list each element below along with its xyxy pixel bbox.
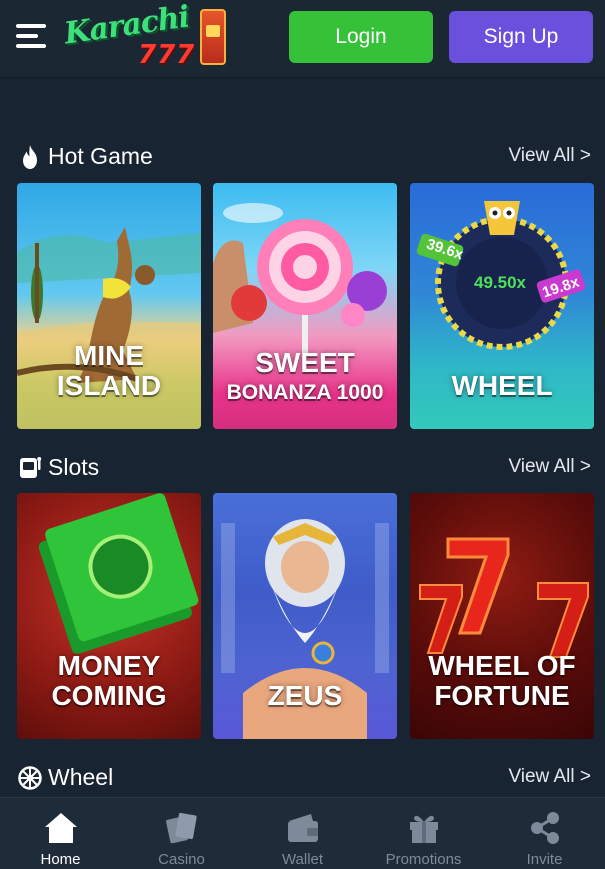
- nav-label: Casino: [158, 851, 205, 868]
- game-title-line2: COMING: [51, 680, 167, 711]
- game-title-line1: ZEUS: [267, 680, 343, 711]
- game-card-zeus[interactable]: ZEUS: [213, 493, 397, 739]
- wheel-icon: [18, 766, 42, 790]
- nav-label: Invite: [526, 851, 563, 868]
- nav-item-casino[interactable]: Casino: [121, 798, 242, 869]
- section-header-slots: Slots View All >: [0, 451, 605, 485]
- game-title-line1: MINE: [74, 340, 144, 371]
- game-card-mine-island[interactable]: MINE ISLAND: [17, 183, 201, 429]
- home-icon: [45, 813, 77, 843]
- game-title: MONEY COMING: [17, 651, 201, 711]
- signup-button[interactable]: Sign Up: [449, 11, 593, 63]
- cards-icon: [166, 812, 197, 844]
- game-title-line1: WHEEL: [451, 370, 553, 401]
- game-title: WHEEL OF FORTUNE: [410, 651, 594, 711]
- login-button[interactable]: Login: [289, 11, 433, 63]
- game-card-money-coming[interactable]: MONEY COMING: [17, 493, 201, 739]
- menu-icon[interactable]: [16, 22, 48, 50]
- game-title-line2: ISLAND: [56, 370, 162, 401]
- section-title: Wheel: [48, 764, 114, 790]
- nav-label: Promotions: [385, 851, 462, 868]
- view-all-link[interactable]: View All >: [508, 145, 591, 167]
- game-title-line1: MONEY: [57, 650, 161, 681]
- game-title: MINE ISLAND: [17, 341, 201, 401]
- game-title-line2: BONANZA 1000: [226, 381, 384, 404]
- section-title: Slots: [48, 454, 100, 480]
- section-header-hot-game: Hot Game View All >: [0, 140, 605, 174]
- slot-machine-icon: [20, 457, 42, 478]
- game-card-sweet-bonanza[interactable]: SWEET BONANZA 1000: [213, 183, 397, 429]
- nav-item-invite[interactable]: Invite: [484, 798, 605, 869]
- nav-item-promotions[interactable]: Promotions: [363, 798, 484, 869]
- game-title-line1: WHEEL OF: [428, 650, 576, 681]
- nav-label: Wallet: [281, 851, 324, 868]
- wallet-icon: [288, 814, 318, 842]
- fire-icon: [23, 145, 37, 169]
- game-title: WHEEL: [410, 371, 594, 401]
- game-card-wheel-of-fortune[interactable]: WHEEL OF FORTUNE: [410, 493, 594, 739]
- nav-label: Home: [40, 851, 81, 868]
- top-bar: Karachi 777 Login Sign Up: [0, 0, 605, 78]
- game-title: ZEUS: [213, 681, 397, 711]
- bottom-nav: Home Casino Wallet Promotions Invite: [0, 797, 605, 869]
- slot-machine-logo-icon: [200, 9, 226, 65]
- logo[interactable]: Karachi 777: [62, 0, 240, 70]
- logo-number: 777: [138, 40, 196, 70]
- multiplier-center: 49.50x: [474, 273, 526, 292]
- gift-icon: [410, 815, 438, 843]
- section-title: Hot Game: [48, 143, 153, 169]
- view-all-link[interactable]: View All >: [508, 766, 591, 788]
- game-title-line1: SWEET: [255, 347, 355, 378]
- game-card-wheel[interactable]: 39.6x 49.50x 19.8x WHEEL: [410, 183, 594, 429]
- view-all-link[interactable]: View All >: [508, 456, 591, 478]
- game-title: SWEET BONANZA 1000: [213, 348, 397, 408]
- game-title-line2: FORTUNE: [434, 680, 570, 711]
- share-icon: [531, 812, 559, 844]
- nav-item-home[interactable]: Home: [0, 798, 121, 869]
- nav-item-wallet[interactable]: Wallet: [242, 798, 363, 869]
- section-header-wheel: Wheel View All >: [0, 761, 605, 795]
